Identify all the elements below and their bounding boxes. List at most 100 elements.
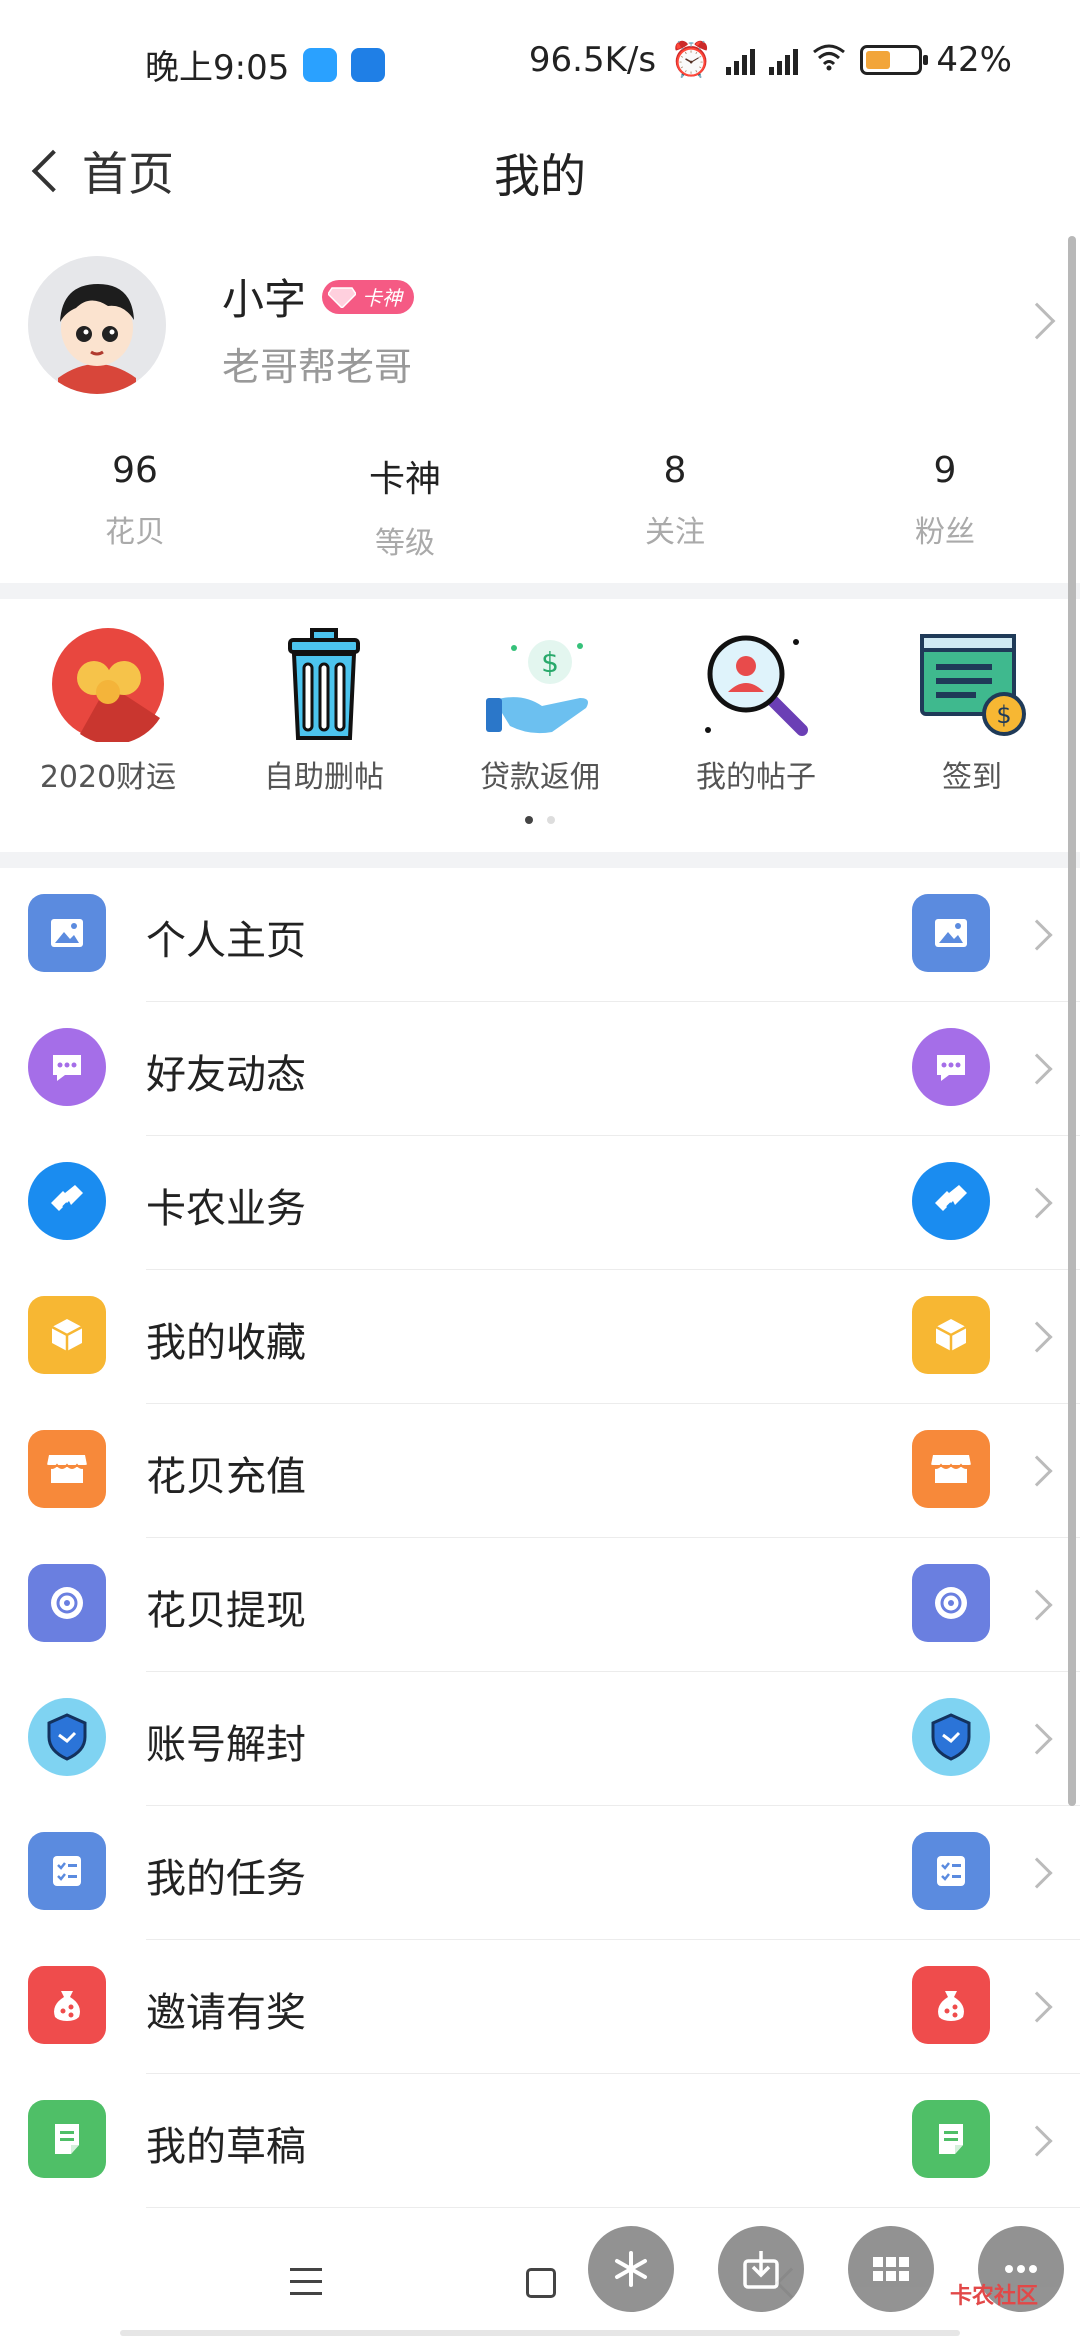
stat-value: 卡神: [368, 459, 441, 500]
grid-icon: [873, 2257, 909, 2281]
handshake-icon: [912, 1162, 990, 1240]
menu-item-label: 我的草稿: [146, 2124, 306, 2170]
chevron-right-icon: [1021, 1455, 1053, 1487]
signal-hd-icon: [769, 45, 799, 75]
chevron-right-icon: [1021, 1723, 1053, 1755]
box-icon: [28, 1296, 106, 1374]
quick-action-label: 签到: [942, 760, 1002, 795]
store-icon: [28, 1430, 106, 1508]
download-button[interactable]: [718, 2226, 804, 2312]
shield-icon: [28, 1698, 106, 1776]
chat-icon: [28, 1028, 106, 1106]
username: 小字: [222, 275, 307, 324]
section-divider: [0, 852, 1080, 868]
image-icon: [28, 894, 106, 972]
menu-item-friend-feed[interactable]: 好友动态: [0, 1002, 1080, 1136]
chat-icon: [912, 1028, 990, 1106]
stat-followers[interactable]: 9 粉丝: [810, 450, 1080, 570]
top-bar: 首页 我的: [0, 120, 1080, 220]
fortune-icon: [48, 624, 168, 744]
alarm-icon: ⏰: [670, 40, 713, 80]
avatar[interactable]: [28, 256, 166, 394]
gift-bag-icon: [912, 1966, 990, 2044]
chevron-right-icon: [1021, 1321, 1053, 1353]
coin-icon: [912, 1564, 990, 1642]
menu-item-label: 邀请有奖: [146, 1990, 306, 2036]
menu-item-label: 我的收藏: [146, 1320, 306, 1366]
user-subtitle: 老哥帮老哥: [222, 345, 413, 389]
draft-icon: [912, 2100, 990, 2178]
watermark: 卡农社区: [949, 2284, 1038, 2309]
sparkle-icon: [615, 2251, 647, 2287]
stat-value: 96: [112, 450, 158, 491]
download-icon: [743, 2251, 779, 2289]
quick-action-label: 2020财运: [39, 760, 177, 795]
stat-level[interactable]: 卡神 等级: [270, 450, 540, 570]
status-time: 晚上9:05: [145, 48, 290, 88]
menu-list: 个人主页 好友动态 卡农业务 我的收藏 花贝充值 花贝提现 账号解封 我的任务 …: [0, 868, 1080, 2208]
stat-label: 关注: [645, 515, 705, 550]
menu-item-label: 个人主页: [146, 918, 306, 964]
menu-item-favorites[interactable]: 我的收藏: [0, 1270, 1080, 1404]
svg-text:$: $: [541, 646, 559, 679]
battery-icon: [860, 45, 929, 75]
profile-card[interactable]: 小字 卡神 老哥帮老哥: [0, 250, 1080, 410]
signal-icon: [726, 45, 756, 75]
shield-icon: [912, 1698, 990, 1776]
chevron-right-icon: [1021, 1857, 1053, 1889]
menu-item-invite-reward[interactable]: 邀请有奖: [0, 1940, 1080, 2074]
quick-action-my-posts[interactable]: 我的帖子: [648, 612, 864, 795]
draft-icon: [28, 2100, 106, 2178]
pager-dots: [0, 816, 1080, 824]
scrollbar[interactable]: [1068, 236, 1076, 1806]
stat-label: 等级: [375, 526, 435, 561]
search-user-icon: [696, 624, 816, 744]
menu-item-huabei-withdraw[interactable]: 花贝提现: [0, 1538, 1080, 1672]
menu-item-drafts[interactable]: 我的草稿: [0, 2074, 1080, 2208]
diamond-icon: [328, 286, 357, 308]
menu-item-account-unblock[interactable]: 账号解封: [0, 1672, 1080, 1806]
chevron-right-icon: [1021, 1589, 1053, 1621]
stat-huabei[interactable]: 96 花贝: [0, 450, 270, 570]
sparkle-button[interactable]: [588, 2226, 674, 2312]
menu-item-profile-page[interactable]: 个人主页: [0, 868, 1080, 1002]
menu-item-huabei-recharge[interactable]: 花贝充值: [0, 1404, 1080, 1538]
quick-action-label: 贷款返佣: [480, 760, 600, 795]
quick-action-loan-rebate[interactable]: $ 贷款返佣: [432, 612, 648, 795]
stats-row: 96 花贝 卡神 等级 8 关注 9 粉丝: [0, 450, 1080, 570]
menu-item-label: 花贝充值: [146, 1454, 306, 1500]
coin-icon: [28, 1564, 106, 1642]
chevron-right-icon: [1021, 1991, 1053, 2023]
network-speed: 96.5K/s: [528, 40, 657, 80]
gift-bag-icon: [28, 1966, 106, 2044]
menu-item-label: 花贝提现: [146, 1588, 306, 1634]
nav-home-button[interactable]: [526, 2268, 556, 2298]
handshake-icon: [28, 1162, 106, 1240]
money-hand-icon: $: [480, 624, 600, 744]
menu-item-label: 好友动态: [146, 1052, 306, 1098]
stat-following[interactable]: 8 关注: [540, 450, 810, 570]
pager-dot-active: [525, 816, 533, 824]
quick-actions: 2020财运 自助删帖 $ 贷款返佣 我的帖子 $ 签到: [0, 612, 1080, 795]
quick-action-checkin[interactable]: $ 签到: [864, 612, 1080, 795]
level-badge: 卡神: [322, 279, 415, 314]
trash-icon: [264, 624, 384, 744]
grid-button[interactable]: [848, 2226, 934, 2312]
checkin-icon: $: [912, 624, 1032, 744]
badge-label: 卡神: [362, 286, 403, 310]
quick-action-fortune[interactable]: 2020财运: [0, 612, 216, 795]
menu-item-kanong-business[interactable]: 卡农业务: [0, 1136, 1080, 1270]
quick-action-delete-post[interactable]: 自助删帖: [216, 612, 432, 795]
menu-item-my-tasks[interactable]: 我的任务: [0, 1806, 1080, 1940]
quick-action-label: 自助删帖: [264, 760, 384, 795]
gesture-bar: [120, 2330, 960, 2336]
task-icon: [912, 1832, 990, 1910]
row-divider: [146, 2207, 1080, 2208]
nav-menu-button[interactable]: [290, 2268, 322, 2304]
menu-item-label: 我的任务: [146, 1856, 306, 1902]
box-icon: [912, 1296, 990, 1374]
page-title: 我的: [494, 149, 586, 203]
menu-item-label: 卡农业务: [146, 1186, 306, 1232]
stat-value: 9: [933, 450, 957, 491]
chevron-right-icon: [1021, 1053, 1053, 1085]
